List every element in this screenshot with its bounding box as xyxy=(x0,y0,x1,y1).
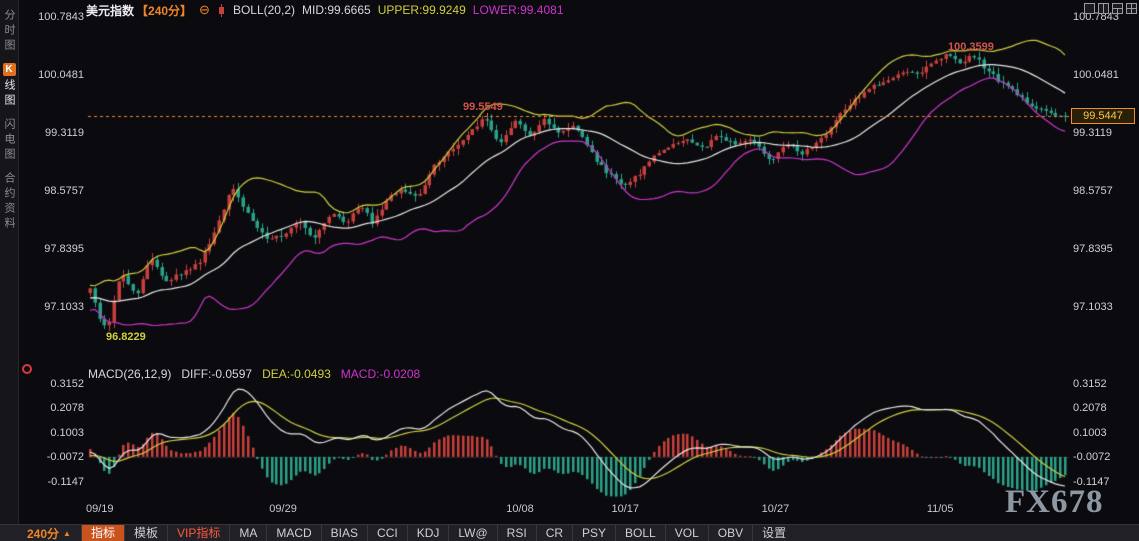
toolbar-tab-cr[interactable]: CR xyxy=(535,525,572,541)
sidebar-item-label: 闪电图 xyxy=(3,118,15,163)
period-selector-label: 240分 xyxy=(27,526,60,541)
period-label: 【240分】 xyxy=(136,3,193,18)
sidebar-item-kline-chart[interactable]: K 线图 xyxy=(1,63,17,109)
toolbar-tab-template[interactable]: 模板 xyxy=(123,525,167,541)
k-badge-icon: K xyxy=(2,63,16,76)
chart-header: 美元指数 【240分】 ⊖ BOLL(20,2) MID:99.6665 UPP… xyxy=(86,3,564,18)
period-selector[interactable]: 240分 ▲ xyxy=(0,525,81,541)
record-dot-icon[interactable] xyxy=(22,364,32,374)
sidebar-item-lightning-chart[interactable]: 闪电图 xyxy=(1,118,17,163)
annotation-peak-mid: 99.5549 xyxy=(463,101,503,113)
sidebar-item-label: 线图 xyxy=(3,79,15,109)
date-axis-label: 10/27 xyxy=(761,503,790,515)
watermark-logo: FX678 xyxy=(1005,484,1104,520)
date-axis-label: 10/17 xyxy=(611,503,640,515)
date-axis-label: 09/29 xyxy=(269,503,297,515)
layout-split3-icon[interactable] xyxy=(1112,3,1123,14)
date-axis: 09/19 09/29 10/08 10/17 10/27 11/05 xyxy=(85,503,1068,517)
kline-icon xyxy=(218,3,224,17)
indicator-tabs: 指标 模板 VIP指标 MA MACD BIAS CCI KDJ LW@ RSI CR PSY BOLL… xyxy=(80,525,795,541)
last-price-tag: 99.5447 xyxy=(1071,107,1135,124)
sidebar-item-label: 分时图 xyxy=(3,9,15,54)
chevron-up-icon: ▲ xyxy=(63,528,71,538)
date-axis-label: 09/19 xyxy=(85,503,114,515)
price-macd-chart-canvas[interactable] xyxy=(0,0,1139,541)
sidebar-item-contract-info[interactable]: 合约资料 xyxy=(1,172,17,232)
toolbar-tab-vol[interactable]: VOL xyxy=(664,525,708,541)
boll-mid-value: MID:99.6665 xyxy=(302,3,371,17)
annotation-peak-high: 100.3599 xyxy=(948,41,994,53)
toolbar-tab-settings[interactable]: 设置 xyxy=(752,525,795,541)
bottom-toolbar: 240分 ▲ 指标 模板 VIP指标 MA MACD BIAS CCI KDJ LW@ RSI CR… xyxy=(0,524,1139,541)
toolbar-tab-boll[interactable]: BOLL xyxy=(615,525,665,541)
window-layout-icons xyxy=(1084,3,1137,14)
toolbar-tab-cci[interactable]: CCI xyxy=(367,525,407,541)
layout-single-icon[interactable] xyxy=(1084,3,1095,14)
date-axis-label: 11/05 xyxy=(926,503,954,515)
macd-header: MACD(26,12,9) DIFF:-0.0597 DEA:-0.0493 M… xyxy=(88,367,420,381)
sidebar-item-label: 合约资料 xyxy=(3,172,15,232)
toolbar-tab-macd[interactable]: MACD xyxy=(266,525,320,541)
trading-app-window: 分时图 K 线图闪电图合约资料 美元指数 【240分】 ⊖ BOLL(20,2) M… xyxy=(0,0,1139,541)
toolbar-tab-rsi[interactable]: RSI xyxy=(496,525,536,541)
toolbar-tab-bias[interactable]: BIAS xyxy=(320,525,367,541)
annotation-low: 96.8229 xyxy=(106,331,146,343)
boll-lower-value: LOWER:99.4081 xyxy=(472,3,564,17)
toolbar-tab-kdj[interactable]: KDJ xyxy=(406,525,449,541)
toolbar-tab-lwr[interactable]: LW@ xyxy=(448,525,496,541)
symbol-title: 美元指数 xyxy=(86,3,135,18)
macd-macd-value: MACD:-0.0208 xyxy=(340,367,421,381)
toolbar-tab-indicator[interactable]: 指标 xyxy=(80,525,124,541)
toolbar-tab-psy[interactable]: PSY xyxy=(572,525,615,541)
layout-split2-icon[interactable] xyxy=(1098,3,1109,14)
macd-title: MACD(26,12,9) xyxy=(88,367,172,381)
toolbar-tab-ma[interactable]: MA xyxy=(229,525,266,541)
date-axis-label: 10/08 xyxy=(506,503,534,515)
remove-indicator-icon[interactable]: ⊖ xyxy=(199,3,210,16)
boll-upper-value: UPPER:99.9249 xyxy=(377,3,466,17)
left-sidebar: 分时图 K 线图闪电图合约资料 xyxy=(0,0,19,541)
toolbar-tab-obv[interactable]: OBV xyxy=(707,525,752,541)
toolbar-tab-vip-indicator[interactable]: VIP指标 xyxy=(166,525,229,541)
annotation-leader-line xyxy=(487,113,488,121)
boll-label: BOLL(20,2) xyxy=(232,3,295,17)
sidebar-item-time-chart[interactable]: 分时图 xyxy=(1,9,17,54)
layout-quad-icon[interactable] xyxy=(1126,3,1137,14)
macd-dea-value: DEA:-0.0493 xyxy=(262,367,331,381)
macd-diff-value: DIFF:-0.0597 xyxy=(181,367,253,381)
